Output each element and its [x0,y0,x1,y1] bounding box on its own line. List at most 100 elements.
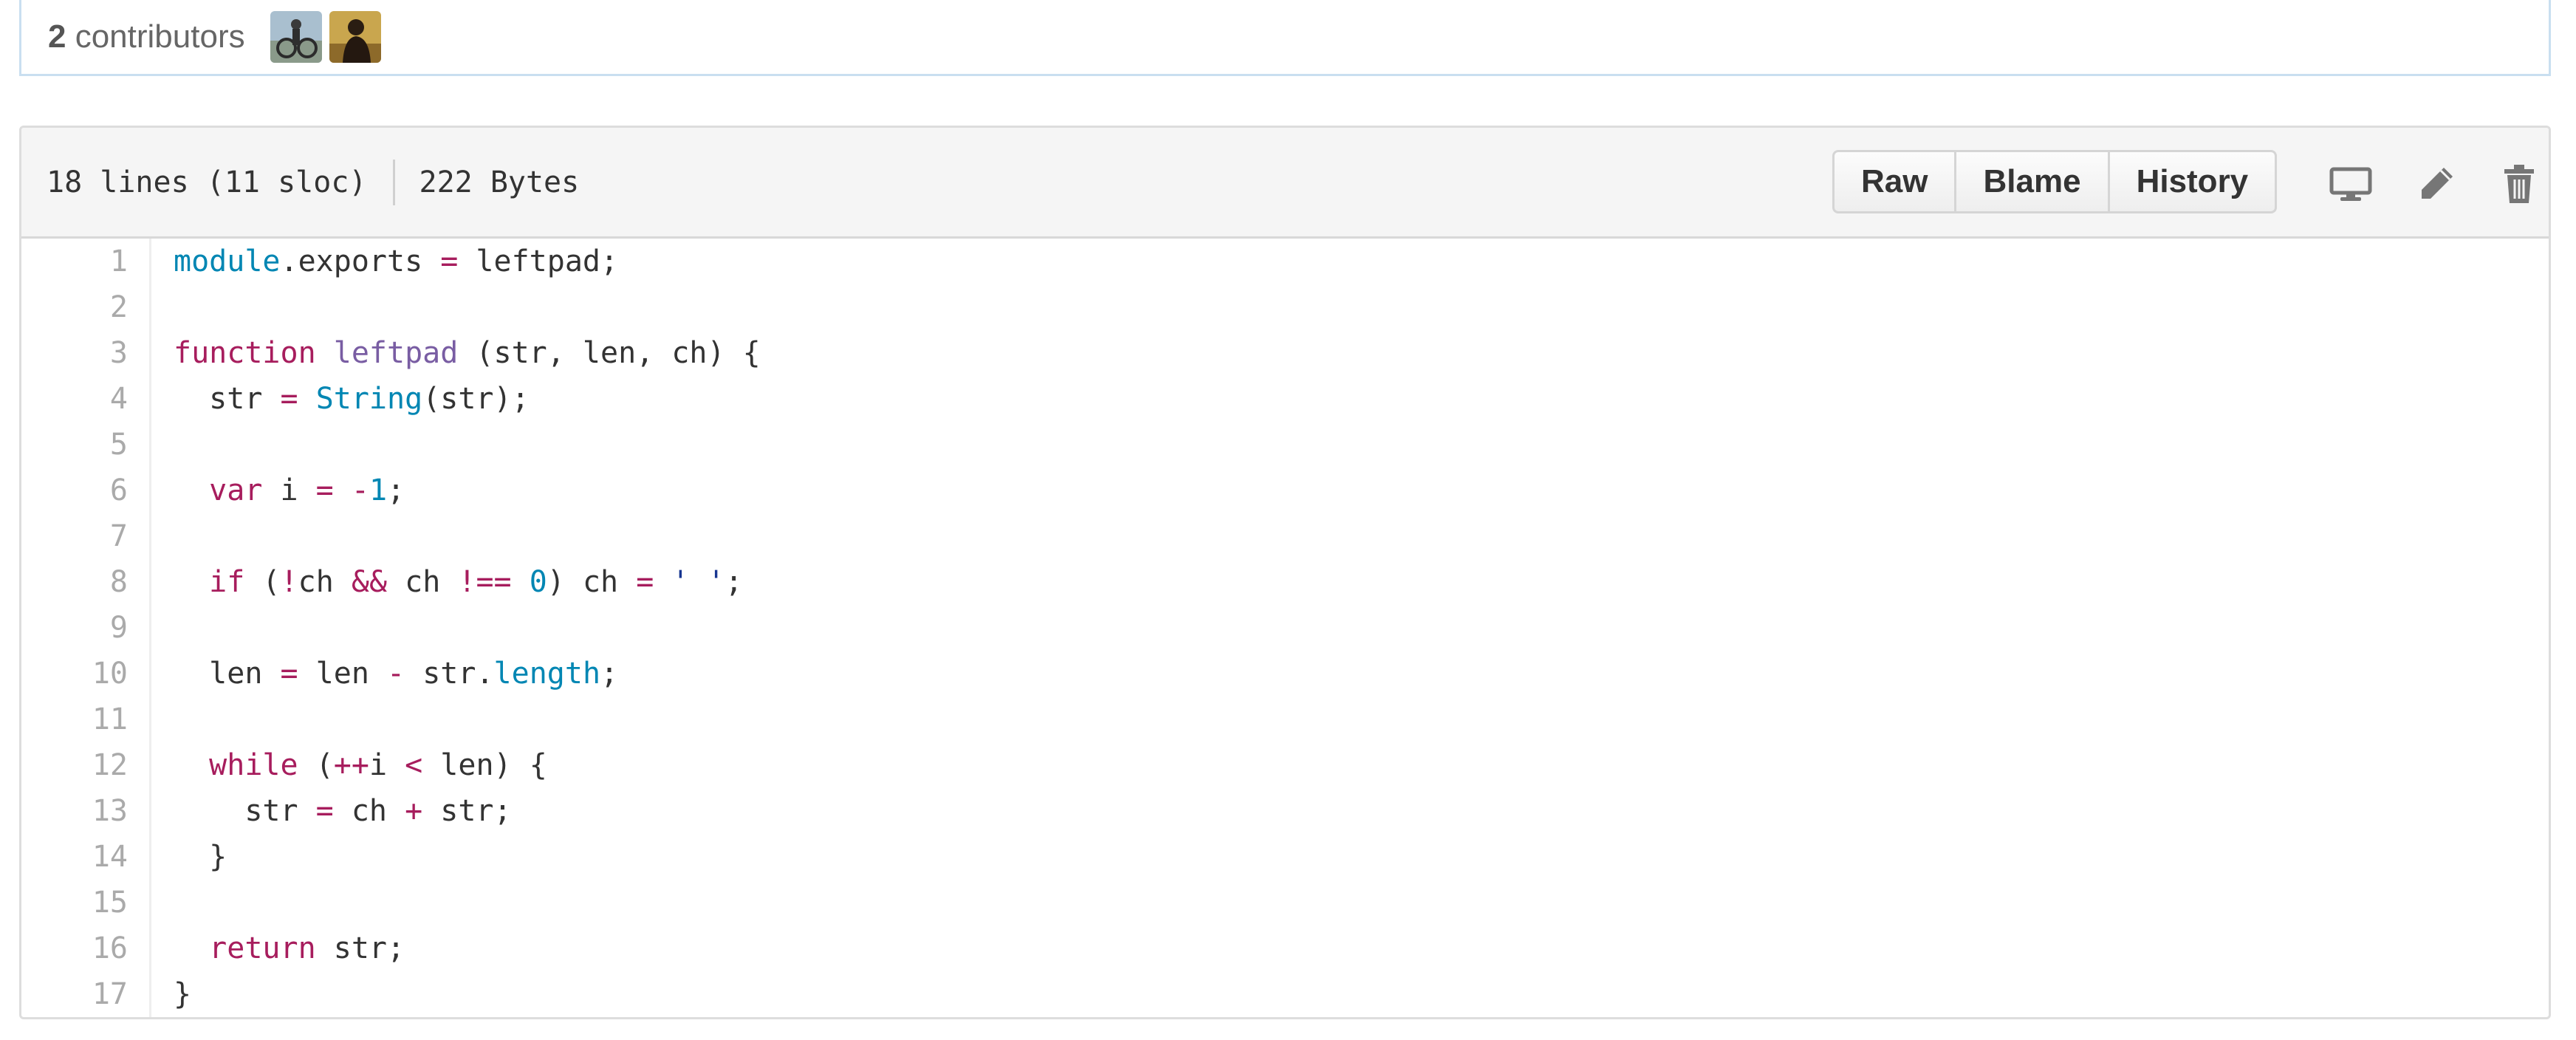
code-line: 1 module.exports = leftpad; [21,239,2549,284]
code-body: 1 module.exports = leftpad; 2 3 function lef… [21,239,2549,1017]
code-token: while [209,748,298,782]
history-button[interactable]: History [2107,152,2275,211]
line-number[interactable]: 7 [21,519,128,553]
code-line: 8 if (!ch && ch !== 0) ch = ' '; [21,559,2549,605]
line-number[interactable]: 5 [21,428,128,462]
code-line: 14 } [21,834,2549,880]
code-token: ; [724,565,743,599]
code-token: ++ [333,748,369,782]
code-token: - [351,473,369,507]
line-number[interactable]: 4 [21,382,128,416]
file-info: 18 lines (11 sloc) 222 Bytes [21,159,580,205]
code-line: 2 [21,284,2549,330]
line-number[interactable]: 10 [21,657,128,691]
code-token: < [405,748,423,782]
desktop-icon[interactable] [2329,162,2373,206]
raw-button[interactable]: Raw [1835,152,1954,211]
code-text: module.exports = leftpad; [128,244,618,278]
code-token: len [174,657,281,691]
contributors-count: 2 [48,18,66,55]
code-token: 0 [529,565,547,599]
code-token: (str, len, ch) { [458,336,761,370]
avatar[interactable] [270,11,322,63]
code-token: function [174,336,316,370]
line-number[interactable]: 9 [21,611,128,645]
code-text: function leftpad (str, len, ch) { [128,336,761,370]
code-text: len = len - str.length; [128,657,618,691]
code-text: str = ch + str; [128,794,511,828]
code-token: = [315,473,334,507]
code-line: 4 str = String(str); [21,376,2549,422]
trash-icon[interactable] [2497,162,2541,206]
code-line: 17} [21,971,2549,1017]
code-text: while (++i < len) { [128,748,547,782]
file-actions-button-group: Raw Blame History [1832,150,2278,213]
code-token: ch [387,565,459,599]
code-token: = [280,657,298,691]
line-number[interactable]: 17 [21,977,128,1011]
code-line: 9 [21,605,2549,651]
blame-button[interactable]: Blame [1954,152,2107,211]
code-line: 16 return str; [21,926,2549,971]
line-number[interactable]: 11 [21,702,128,736]
code-token: (str); [422,382,530,416]
code-text: str = String(str); [128,382,530,416]
code-token: str [174,382,281,416]
file-info-divider [393,159,396,205]
avatar[interactable] [329,11,381,63]
file-header: 18 lines (11 sloc) 222 Bytes Raw Blame H… [21,128,2549,239]
code-line: 7 [21,513,2549,559]
code-token: ; [387,473,405,507]
code-token: = [280,382,298,416]
code-token: = [315,794,334,828]
code-text: var i = -1; [128,473,405,507]
code-token: len [298,657,388,691]
code-token: } [174,840,227,874]
code-token: = [440,244,459,278]
gutter-divider [149,239,151,1017]
code-token: leftpad [333,336,459,370]
line-number[interactable]: 16 [21,931,128,965]
contributors-summary[interactable]: 2 contributors [48,18,245,55]
code-line: 3 function leftpad (str, len, ch) { [21,330,2549,376]
contributors-label: contributors [66,18,245,55]
code-token: ' ' [671,565,725,599]
line-number[interactable]: 6 [21,473,128,507]
code-token: ( [244,565,281,599]
code-line: 12 while (++i < len) { [21,742,2549,788]
code-line: 11 [21,697,2549,742]
code-line: 15 [21,880,2549,926]
line-number[interactable]: 13 [21,794,128,828]
pencil-icon[interactable] [2414,162,2459,206]
line-number[interactable]: 3 [21,336,128,370]
line-number[interactable]: 1 [21,244,128,278]
file-size: 222 Bytes [419,165,580,199]
code-token: length [493,657,601,691]
code-line: 5 [21,422,2549,468]
contributor-avatars [270,11,381,63]
code-token: ch [333,794,405,828]
line-number[interactable]: 12 [21,748,128,782]
code-token: ; [600,657,619,691]
code-token: } [174,977,192,1011]
code-text: } [128,840,227,874]
line-number[interactable]: 14 [21,840,128,874]
code-token: str; [315,931,405,965]
line-number[interactable]: 15 [21,886,128,920]
line-number[interactable]: 8 [21,565,128,599]
code-text: if (!ch && ch !== 0) ch = ' '; [128,565,743,599]
contributors-bar: 2 contributors [19,0,2551,76]
code-token: ch [298,565,352,599]
code-token: i [369,748,405,782]
code-token: if [209,565,245,599]
code-token: .exports [280,244,441,278]
code-token: ! [280,565,298,599]
code-token: module [174,244,281,278]
line-number[interactable]: 2 [21,290,128,324]
